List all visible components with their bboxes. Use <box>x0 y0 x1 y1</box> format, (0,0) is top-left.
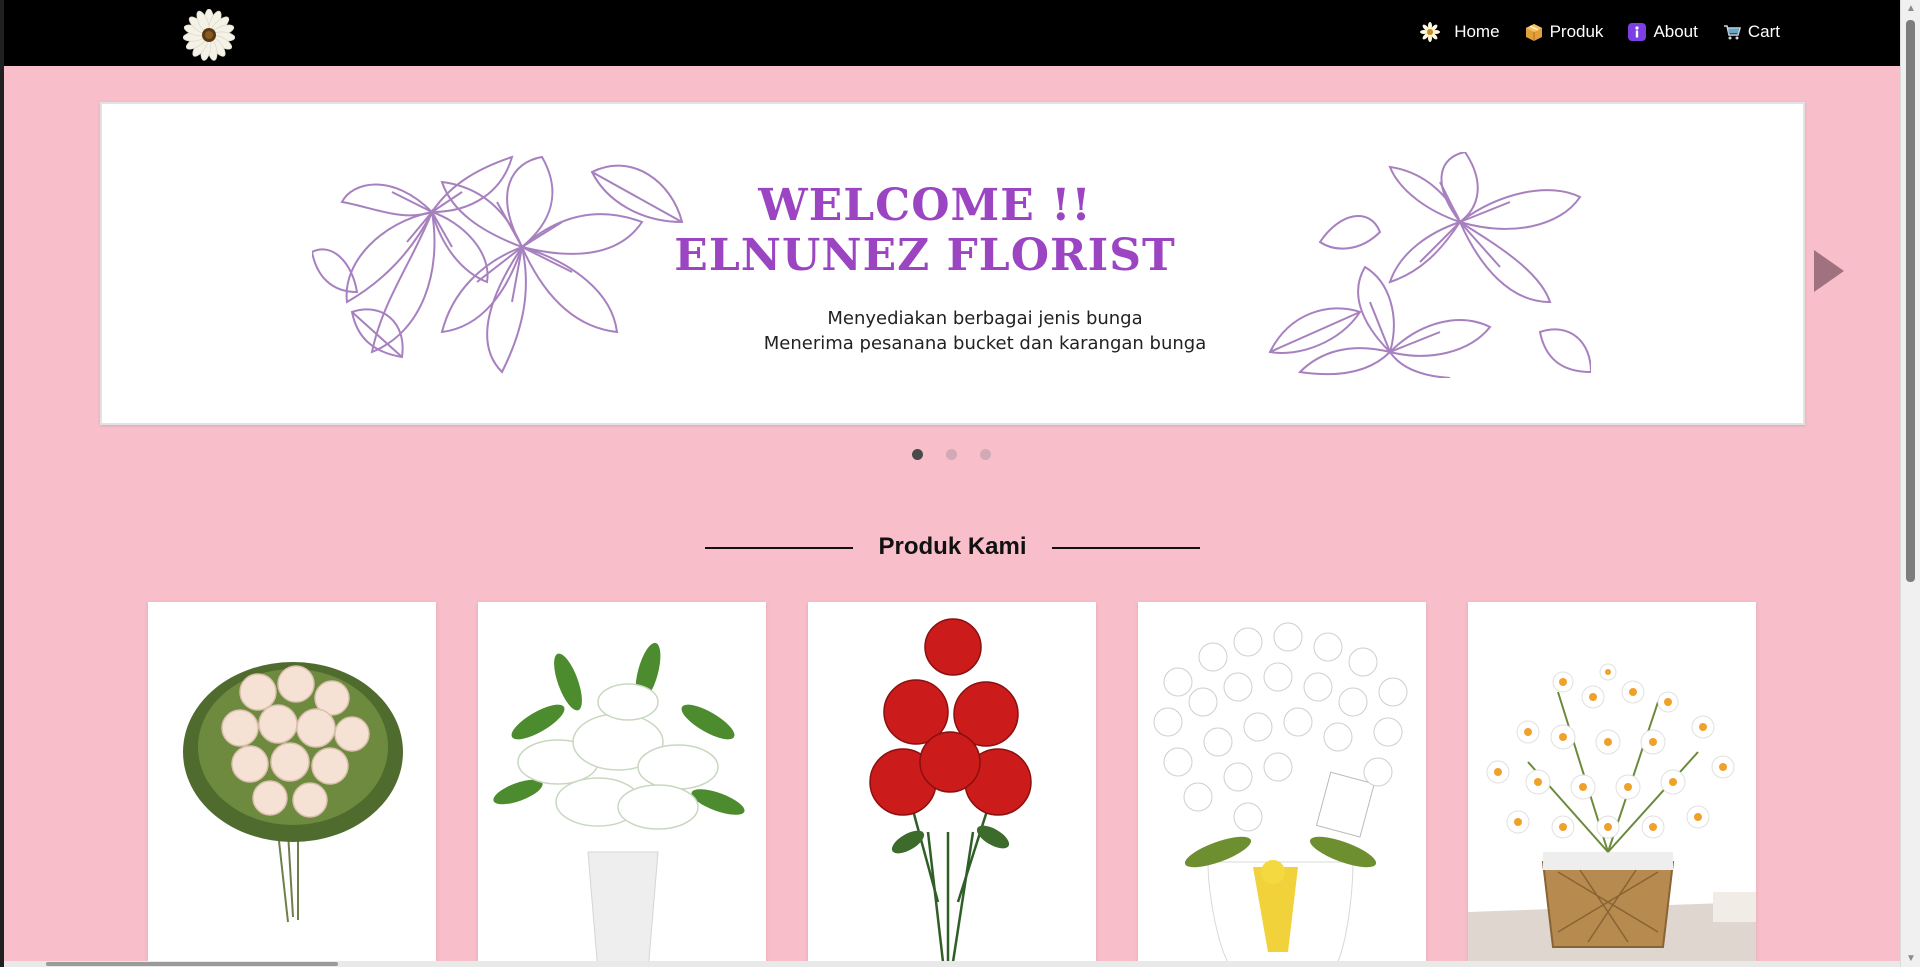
cart-icon <box>1722 22 1742 42</box>
slider-dot-1[interactable] <box>912 449 923 460</box>
products-section-header: Produk Kami <box>0 533 1905 561</box>
white-lily-bouquet-image <box>493 642 745 967</box>
daisy-icon <box>1420 22 1441 42</box>
horizontal-scrollbar-thumb[interactable] <box>46 962 338 966</box>
white-orchid-vase-image <box>1153 622 1408 967</box>
product-card[interactable] <box>1468 602 1756 967</box>
white-rose-bouquet-image <box>183 662 403 923</box>
product-card[interactable] <box>148 602 436 967</box>
hero-slider: WELCOME !! ELNUNEZ FLORIST Menyediakan b… <box>100 102 1805 425</box>
product-grid <box>148 602 1756 967</box>
divider-right <box>1052 547 1200 549</box>
navbar: Home Produk About Cart <box>4 0 1900 66</box>
products-section-title: Produk Kami <box>878 533 1027 560</box>
divider-left <box>705 547 853 549</box>
horizontal-scrollbar[interactable] <box>4 961 1900 967</box>
product-card[interactable] <box>1138 602 1426 967</box>
hero-title-line2: ELNUNEZ FLORIST <box>674 230 1176 281</box>
nav-links: Home Produk About Cart <box>1420 0 1780 64</box>
vertical-scrollbar[interactable]: ▲ ▼ <box>1900 0 1920 967</box>
product-card[interactable] <box>478 602 766 967</box>
nav-produk-label: Produk <box>1549 22 1604 41</box>
nav-produk[interactable]: Produk <box>1524 22 1604 42</box>
daisy-logo-icon[interactable] <box>182 8 236 61</box>
nav-cart[interactable]: Cart <box>1722 22 1780 42</box>
product-card[interactable] <box>808 602 1096 967</box>
slider-dot-3[interactable] <box>980 449 991 460</box>
scroll-up-icon[interactable]: ▲ <box>1901 0 1920 17</box>
floral-illustration-left <box>310 152 684 378</box>
hero-subtitle-line2: Menerima pesanana bucket dan karangan bu… <box>763 333 1207 354</box>
info-icon <box>1627 22 1647 42</box>
package-icon <box>1524 22 1544 42</box>
slider-next-arrow-icon[interactable] <box>1814 250 1844 292</box>
window-edge <box>0 0 4 967</box>
slider-dot-2[interactable] <box>946 449 957 460</box>
daisy-basket-image <box>1468 663 1756 967</box>
scroll-down-icon[interactable]: ▼ <box>1901 950 1920 967</box>
slider-dots <box>912 449 991 460</box>
hero-subtitle-line1: Menyediakan berbagai jenis bunga <box>827 308 1143 329</box>
nav-about-label: About <box>1653 22 1698 41</box>
scrollbar-thumb[interactable] <box>1906 20 1915 582</box>
red-peony-bunch-image <box>869 618 1032 967</box>
nav-cart-label: Cart <box>1747 22 1780 41</box>
floral-illustration-right <box>1250 150 1593 379</box>
nav-home-label: Home <box>1454 22 1500 41</box>
nav-about[interactable]: About <box>1627 22 1698 42</box>
nav-home[interactable]: Home <box>1420 22 1500 42</box>
hero-title-line1: WELCOME !! <box>758 180 1092 231</box>
